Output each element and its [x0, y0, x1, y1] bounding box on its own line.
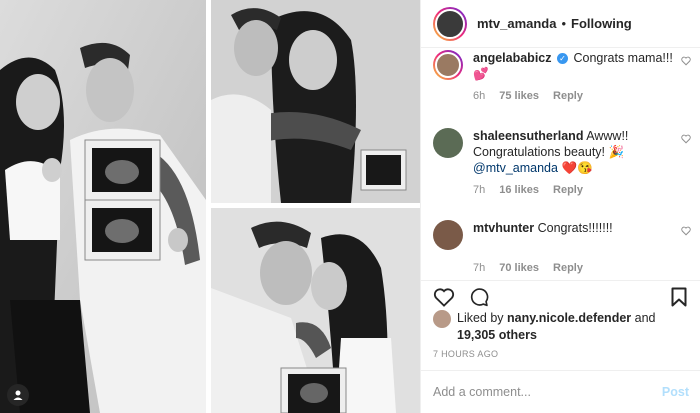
comment-message: Congrats!!!!!!! — [537, 221, 613, 235]
post-side-panel: mtv_amanda • Following angelababicz ✓ Co… — [420, 0, 700, 413]
comment-emoji: 💕 — [473, 67, 489, 81]
comment-username[interactable]: shaleensutherland — [473, 129, 583, 143]
small-heart-icon[interactable] — [681, 226, 691, 236]
liked-by-summary: Liked by nany.nicole.defender and 19,305… — [433, 310, 693, 344]
comment-likes[interactable]: 70 likes — [499, 262, 539, 274]
comment-text: mtvhunter Congrats!!!!!!! — [473, 220, 673, 250]
photo-couple-holding-ultrasound[interactable] — [0, 0, 206, 413]
liked-by-and: and — [634, 311, 656, 325]
commenter-avatar[interactable] — [433, 220, 463, 250]
comment-item: mtvhunter Congrats!!!!!!! 7h 70 likes Re… — [433, 220, 699, 274]
comment-likes[interactable]: 75 likes — [499, 90, 539, 102]
comment-text: shaleensutherland Awww!! Congratulations… — [473, 128, 673, 176]
commenter-avatar[interactable] — [433, 128, 463, 158]
liked-by-prefix: Liked by — [457, 311, 504, 325]
reply-button[interactable]: Reply — [553, 90, 583, 102]
comment-emoji: ❤️😘 — [561, 161, 593, 175]
post-comment-button[interactable]: Post — [662, 385, 689, 399]
bookmark-icon[interactable] — [671, 287, 687, 307]
comment-meta: 7h 70 likes Reply — [473, 262, 699, 274]
post-action-bar — [421, 280, 700, 310]
small-heart-icon[interactable] — [681, 134, 691, 144]
comment-mention-link[interactable]: @mtv_amanda — [473, 161, 558, 175]
comment-list: angelababicz ✓ Congrats mama!!! 💕 6h 75 … — [421, 48, 700, 280]
comment-age[interactable]: 6h — [473, 90, 485, 102]
photo-couple-hugging[interactable] — [211, 0, 420, 203]
post-timestamp[interactable]: 7 HOURS AGO — [433, 349, 498, 359]
comment-item: angelababicz ✓ Congrats mama!!! 💕 6h 75 … — [433, 50, 699, 102]
user-silhouette-icon[interactable] — [7, 384, 29, 406]
commenter-avatar[interactable] — [433, 50, 463, 80]
post-header: mtv_amanda • Following — [421, 0, 700, 48]
comment-age[interactable]: 7h — [473, 262, 485, 274]
liked-by-others-link[interactable]: 19,305 others — [457, 328, 537, 342]
comment-text: angelababicz ✓ Congrats mama!!! 💕 — [473, 50, 673, 82]
comment-likes[interactable]: 16 likes — [499, 184, 539, 196]
comment-message: Congrats mama!!! — [573, 51, 673, 65]
follow-status-button[interactable]: Following — [571, 16, 632, 31]
small-heart-icon[interactable] — [681, 56, 691, 66]
comment-username[interactable]: angelababicz — [473, 51, 552, 65]
comment-icon[interactable] — [469, 287, 489, 307]
verified-badge-icon: ✓ — [556, 53, 568, 65]
liker-avatar[interactable] — [433, 310, 451, 328]
comment-meta: 6h 75 likes Reply — [473, 90, 699, 102]
comment-meta: 7h 16 likes Reply — [473, 184, 699, 196]
reply-button[interactable]: Reply — [553, 262, 583, 274]
comment-item: shaleensutherland Awww!! Congratulations… — [433, 128, 699, 196]
comment-emoji: 🎉 — [608, 145, 625, 159]
photo-couple-kissing[interactable] — [211, 208, 420, 413]
comment-username[interactable]: mtvhunter — [473, 221, 534, 235]
reply-button[interactable]: Reply — [553, 184, 583, 196]
add-comment-bar: Post — [421, 370, 700, 413]
post-photo-collage[interactable] — [0, 0, 420, 413]
comment-age[interactable]: 7h — [473, 184, 485, 196]
author-avatar[interactable] — [433, 6, 467, 41]
heart-icon[interactable] — [433, 287, 455, 307]
header-separator: • — [561, 16, 567, 31]
liked-by-user-link[interactable]: nany.nicole.defender — [507, 311, 631, 325]
add-comment-input[interactable] — [433, 385, 662, 399]
author-username[interactable]: mtv_amanda — [477, 16, 556, 31]
